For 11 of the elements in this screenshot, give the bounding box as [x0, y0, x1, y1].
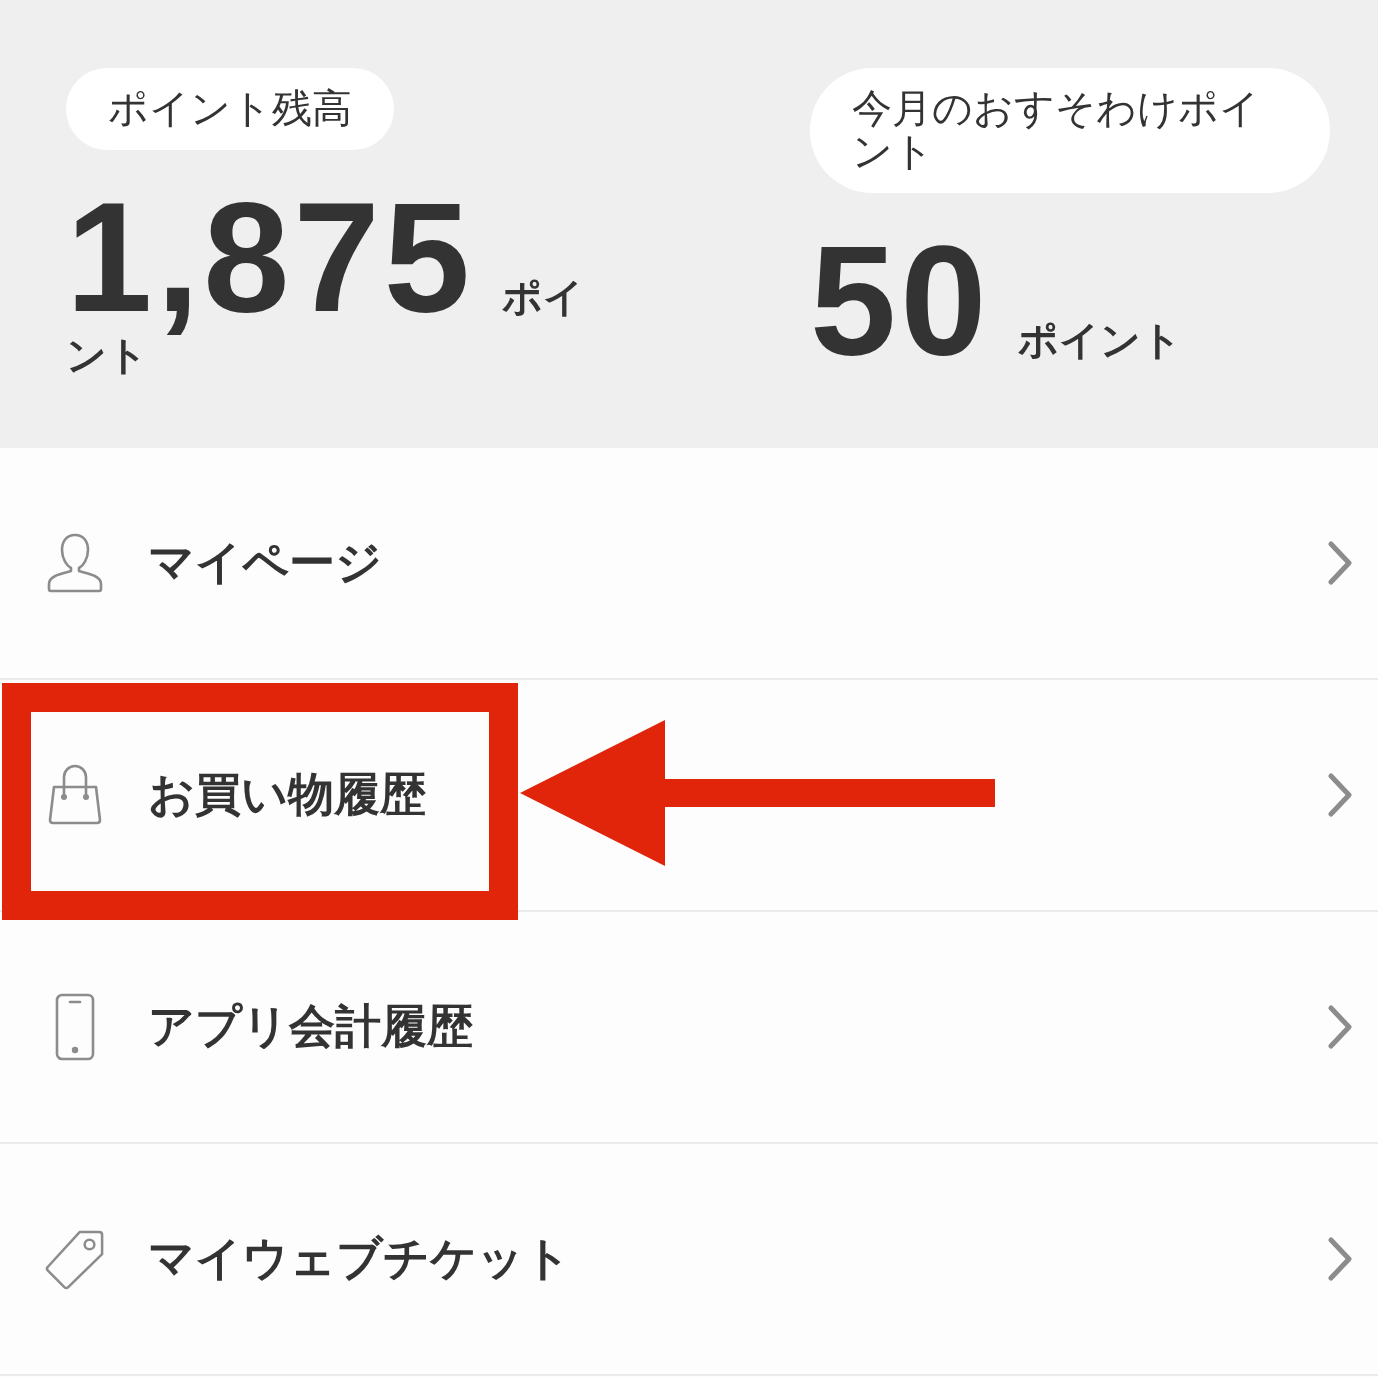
- tag-icon: [45, 1228, 105, 1290]
- share-points-label: 今月のおすそわけポイント: [810, 68, 1330, 193]
- person-icon: [45, 532, 105, 594]
- smartphone-icon: [55, 993, 95, 1061]
- chevron-right-icon: [1328, 1237, 1352, 1281]
- points-balance-label: ポイント残高: [66, 68, 394, 150]
- chevron-right-icon: [1328, 1005, 1352, 1049]
- share-points-value: 50: [810, 214, 991, 387]
- chevron-right-icon: [1328, 773, 1352, 817]
- share-points-unit: ポイント: [1018, 317, 1183, 363]
- chevron-right-icon: [1328, 541, 1352, 585]
